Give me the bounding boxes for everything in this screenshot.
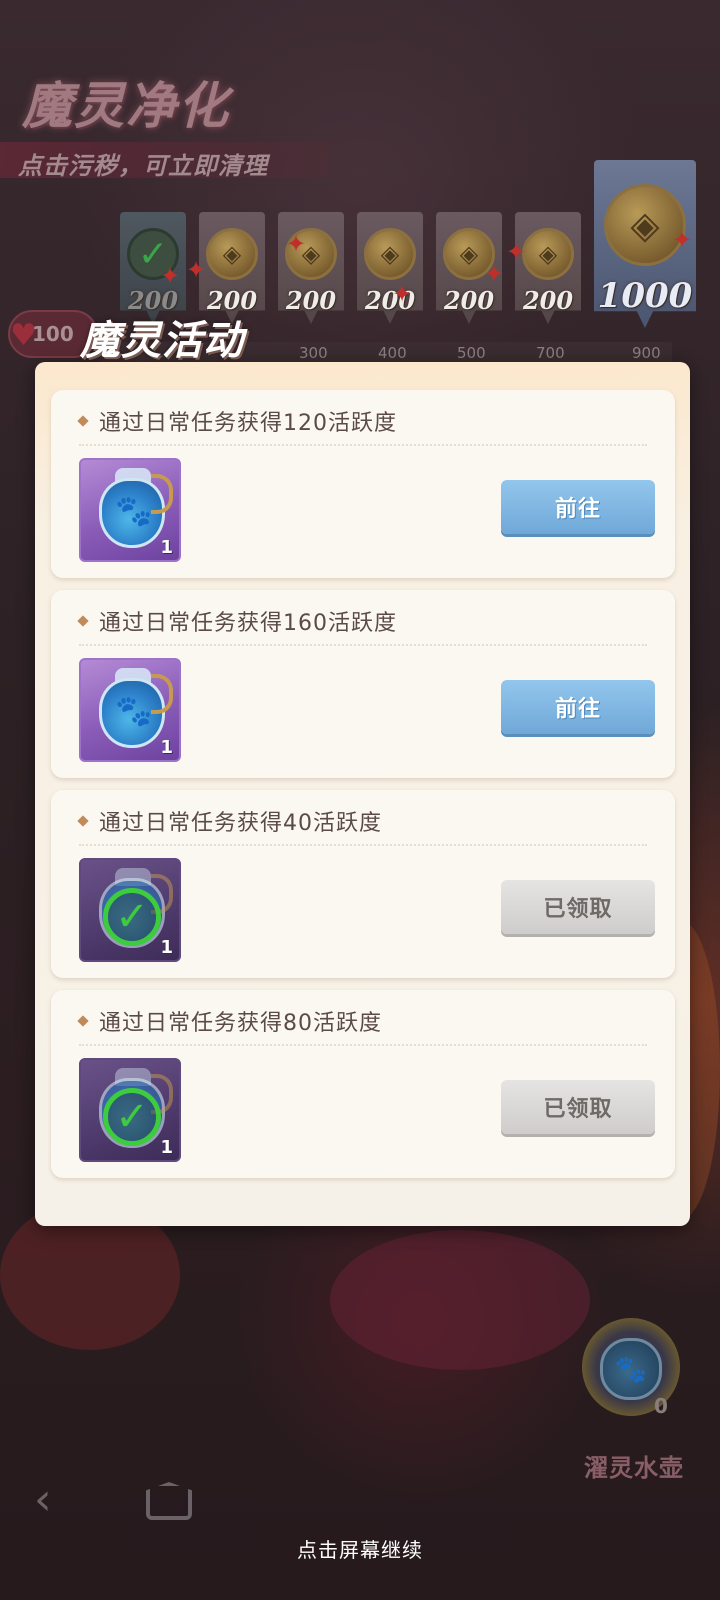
activity-score: 100 [32, 322, 74, 346]
kettle-handle [151, 474, 173, 514]
paw-icon: 🐾 [115, 494, 153, 529]
checkmark-icon: ✓ [103, 1088, 161, 1146]
reward-chest-4[interactable]: ◈ 200 [357, 212, 423, 324]
dragon-coin-icon: ◈ [206, 228, 258, 280]
task-header: 通过日常任务获得80活跃度 [77, 1006, 382, 1036]
divider [79, 1044, 647, 1046]
popup-title: 魔灵活动 [80, 317, 244, 364]
progress-tick: 700 [536, 344, 565, 362]
sparkle-icon: ✦ [392, 280, 413, 308]
task-title: 通过日常任务获得160活跃度 [99, 611, 397, 636]
sparkle-icon: ✦ [672, 226, 693, 254]
task-header: 通过日常任务获得120活跃度 [77, 406, 397, 436]
sparkle-icon: ✦ [286, 230, 307, 258]
sparkle-icon: ✦ [484, 260, 505, 288]
item-quantity: 1 [160, 1137, 173, 1158]
progress-tick: 400 [378, 344, 407, 362]
dragon-coin-icon: ◈ [364, 228, 416, 280]
task-header: 通过日常任务获得40活跃度 [77, 806, 382, 836]
go-button[interactable]: 前往 [501, 680, 655, 734]
paw-icon: 🐾 [115, 694, 153, 729]
sparkle-icon: ✦ [506, 238, 527, 266]
sparkle-icon: ✦ [160, 262, 181, 290]
task-card: 通过日常任务获得80活跃度 ✓ 1 已领取 [51, 990, 675, 1178]
background-shape [330, 1230, 590, 1370]
divider [79, 444, 647, 446]
task-card: 通过日常任务获得160活跃度 🐾 1 前往 [51, 590, 675, 778]
progress-tick: 500 [457, 344, 486, 362]
kettle-handle [151, 674, 173, 714]
reward-item-slot[interactable]: ✓ 1 [79, 1058, 181, 1162]
task-card: 通过日常任务获得120活跃度 🐾 1 前往 [51, 390, 675, 578]
go-button[interactable]: 前往 [501, 480, 655, 534]
reward-chest-3[interactable]: ◈ 200 [278, 212, 344, 324]
dragon-coin-icon: ◈ [522, 228, 574, 280]
item-quantity: 1 [160, 537, 173, 558]
water-kettle-icon[interactable]: 🐾 [600, 1338, 662, 1400]
task-card: 通过日常任务获得40活跃度 ✓ 1 已领取 [51, 790, 675, 978]
reward-item-slot[interactable]: 🐾 1 [79, 658, 181, 762]
reward-item-slot[interactable]: ✓ 1 [79, 858, 181, 962]
tap-to-continue-hint[interactable]: 点击屏幕继续 [0, 1534, 720, 1563]
task-title: 通过日常任务获得80活跃度 [99, 1011, 382, 1036]
task-header: 通过日常任务获得160活跃度 [77, 606, 397, 636]
task-title: 通过日常任务获得120活跃度 [99, 411, 397, 436]
event-title: 魔灵净化 [22, 76, 230, 135]
item-quantity: 1 [160, 737, 173, 758]
divider [79, 844, 647, 846]
reward-chest-6[interactable]: ◈ 200 [515, 212, 581, 324]
task-title: 通过日常任务获得40活跃度 [99, 811, 382, 836]
claimed-button[interactable]: 已领取 [501, 880, 655, 934]
progress-tick: 900 [632, 344, 661, 362]
kettle-count: 0 [654, 1394, 668, 1418]
diamond-bullet-icon [77, 815, 89, 827]
event-subtitle: 点击污秽，可立即清理 [18, 152, 268, 180]
diamond-bullet-icon [77, 615, 89, 627]
progress-tick: 300 [299, 344, 328, 362]
reward-amount: 1000 [597, 276, 693, 316]
item-quantity: 1 [160, 937, 173, 958]
activity-popup: 通过日常任务获得120活跃度 🐾 1 前往 通过日常任务获得160活跃度 🐾 1… [35, 362, 690, 1226]
sparkle-icon: ✦ [186, 256, 207, 284]
checkmark-icon: ✓ [103, 888, 161, 946]
divider [79, 644, 647, 646]
diamond-bullet-icon [77, 1015, 89, 1027]
back-arrow-icon[interactable]: ‹ [34, 1478, 74, 1522]
claimed-button[interactable]: 已领取 [501, 1080, 655, 1134]
diamond-bullet-icon [77, 415, 89, 427]
kettle-label: 濯灵水壶 [584, 1454, 684, 1482]
reward-item-slot[interactable]: 🐾 1 [79, 458, 181, 562]
